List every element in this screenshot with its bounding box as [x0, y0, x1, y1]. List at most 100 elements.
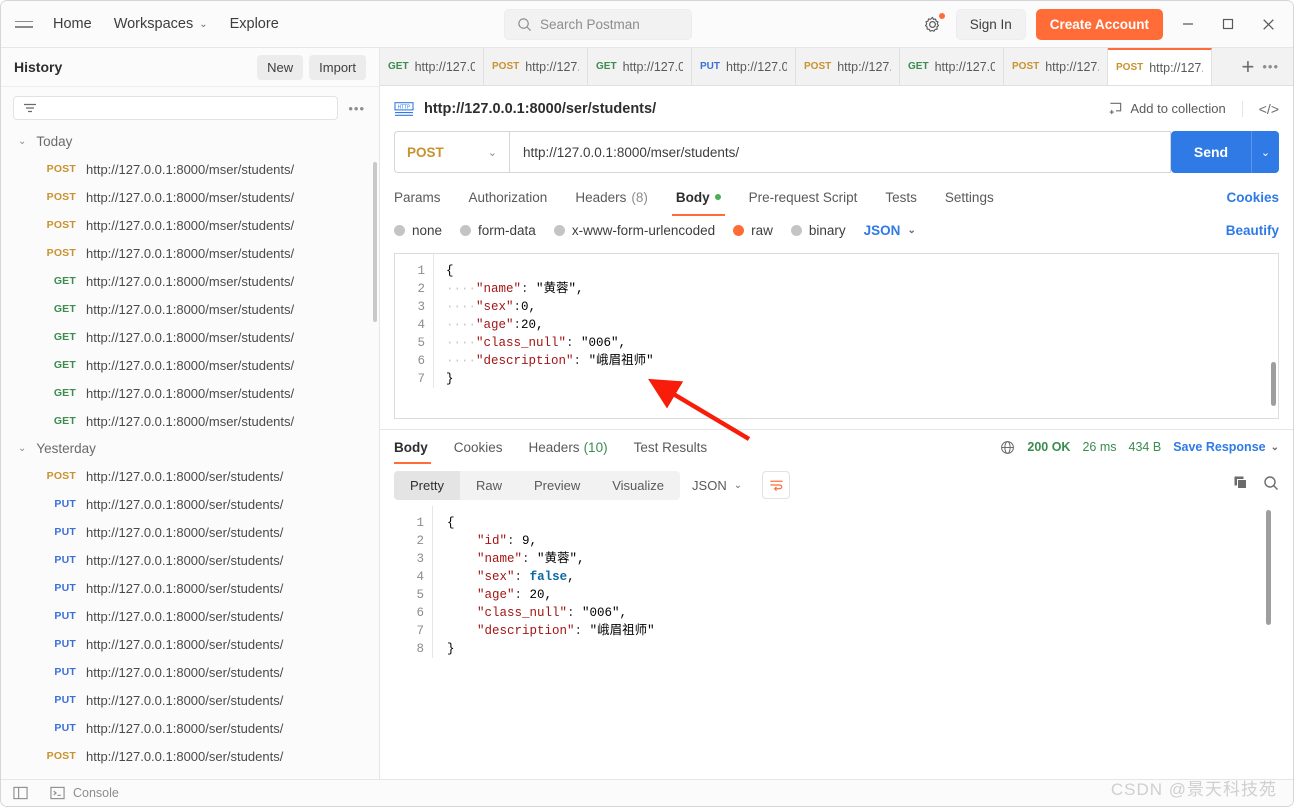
sign-in-button[interactable]: Sign In	[955, 8, 1026, 40]
response-tab-test-results[interactable]: Test Results	[621, 430, 721, 464]
new-tab-button[interactable]: +	[1241, 55, 1254, 78]
request-tab[interactable]: POST http://127.0	[1108, 48, 1212, 85]
window-close-button[interactable]	[1253, 9, 1283, 39]
body-type-x-www-form-urlencoded[interactable]: x-www-form-urlencoded	[553, 223, 715, 238]
history-item[interactable]: GET http://127.0.0.1:8000/mser/students/	[1, 295, 379, 323]
history-item[interactable]: GET http://127.0.0.1:8000/mser/students/	[1, 323, 379, 351]
history-item[interactable]: GET http://127.0.0.1:8000/mser/students/	[1, 351, 379, 379]
response-body-editor[interactable]: 1 2 3 4 5 6 7 8 { "id": 9, "name": "黄蓉", "sex":…	[394, 506, 1279, 666]
history-item[interactable]: PUT http://127.0.0.1:8000/ser/students/	[1, 602, 379, 630]
response-tab-headers[interactable]: Headers (10)	[516, 430, 621, 464]
send-button[interactable]: Send	[1171, 131, 1251, 173]
body-type-binary[interactable]: binary	[790, 223, 846, 238]
word-wrap-button[interactable]	[762, 471, 791, 499]
request-config-tab-pre-request-script[interactable]: Pre-request Script	[735, 181, 872, 213]
nav-item-workspaces[interactable]: Workspaces ⌄	[114, 16, 208, 32]
response-body-code[interactable]: { "id": 9, "name": "黄蓉", "sex": false, "…	[432, 506, 1279, 658]
history-item[interactable]: POST http://127.0.0.1:8000/ser/students/	[1, 462, 379, 490]
request-config-tab-tests[interactable]: Tests	[871, 181, 931, 213]
response-editor-scrollbar[interactable]	[1266, 510, 1271, 625]
request-tab[interactable]: POST http://127.0	[796, 48, 900, 85]
body-type-form-data[interactable]: form-data	[460, 223, 536, 238]
import-button[interactable]: Import	[309, 54, 366, 80]
code-snippet-icon[interactable]: </>	[1241, 100, 1279, 117]
history-more-options[interactable]: •••	[346, 101, 367, 116]
save-response-button[interactable]: Save Response ⌄	[1173, 440, 1279, 454]
request-body-editor[interactable]: 1 2 3 4 5 6 7 {····"name": "黄蓉", ····"sex":0, ··…	[394, 253, 1279, 419]
response-view-pretty[interactable]: Pretty	[394, 470, 460, 500]
top-bar: Home Workspaces ⌄ Explore Search Postman	[1, 1, 1293, 48]
request-body-code[interactable]: {····"name": "黄蓉", ····"sex":0, ····"age":…	[433, 254, 1278, 388]
response-tab-cookies[interactable]: Cookies	[441, 430, 516, 464]
code-line: "name": "黄蓉",	[477, 552, 585, 566]
history-filter-input[interactable]	[13, 96, 339, 120]
history-item[interactable]: POST http://127.0.0.1:8000/ser/students/	[1, 742, 379, 770]
response-format-select[interactable]: JSON ⌄	[680, 471, 754, 500]
history-item-url: http://127.0.0.1:8000/ser/students/	[86, 468, 284, 484]
request-config-tab-settings[interactable]: Settings	[931, 181, 1008, 213]
window-maximize-button[interactable]	[1213, 9, 1243, 39]
request-editor-scrollbar[interactable]	[1271, 362, 1276, 406]
history-item[interactable]: PUT http://127.0.0.1:8000/ser/students/	[1, 658, 379, 686]
request-config-tab-authorization[interactable]: Authorization	[455, 181, 562, 213]
globe-icon	[1001, 440, 1015, 454]
search-input[interactable]: Search Postman	[504, 9, 692, 40]
create-account-button[interactable]: Create Account	[1035, 8, 1163, 40]
body-type-raw[interactable]: raw	[733, 223, 773, 238]
sidebar-toggle-button[interactable]	[13, 786, 28, 800]
request-config-tab-params[interactable]: Params	[394, 181, 455, 213]
history-item[interactable]: GET http://127.0.0.1:8000/mser/students/	[1, 267, 379, 295]
request-tab[interactable]: GET http://127.0.	[380, 48, 484, 85]
new-button[interactable]: New	[257, 54, 304, 80]
history-group-today[interactable]: ⌄ Today	[1, 128, 379, 155]
request-config-tab-headers[interactable]: Headers (8)	[561, 181, 662, 213]
main-panel: GET http://127.0. POST http://127.0 GET http:…	[380, 48, 1293, 792]
body-format-select[interactable]: JSON ⌄	[864, 223, 916, 238]
tab-options-button[interactable]: •••	[1260, 59, 1281, 74]
history-item[interactable]: PUT http://127.0.0.1:8000/ser/students/	[1, 490, 379, 518]
console-button[interactable]: Console	[50, 786, 119, 800]
nav-item-explore[interactable]: Explore	[230, 16, 279, 32]
send-options-button[interactable]: ⌄	[1251, 131, 1279, 173]
request-tab[interactable]: GET http://127.0.	[900, 48, 1004, 85]
history-item[interactable]: PUT http://127.0.0.1:8000/ser/students/	[1, 714, 379, 742]
history-item[interactable]: PUT http://127.0.0.1:8000/ser/students/	[1, 574, 379, 602]
search-response-button[interactable]	[1263, 475, 1279, 496]
response-view-preview[interactable]: Preview	[518, 471, 596, 500]
history-item-url: http://127.0.0.1:8000/mser/students/	[86, 217, 295, 233]
beautify-button[interactable]: Beautify	[1226, 223, 1279, 238]
history-item[interactable]: PUT http://127.0.0.1:8000/ser/students/	[1, 686, 379, 714]
history-group-yesterday[interactable]: ⌄ Yesterday	[1, 435, 379, 462]
request-tab[interactable]: GET http://127.0.	[588, 48, 692, 85]
response-view-visualize[interactable]: Visualize	[596, 471, 680, 500]
history-item[interactable]: PUT http://127.0.0.1:8000/ser/students/	[1, 630, 379, 658]
body-type-none[interactable]: none	[394, 223, 442, 238]
hamburger-icon[interactable]	[15, 13, 37, 35]
nav-item-home[interactable]: Home	[53, 16, 92, 32]
sidebar-scrollbar[interactable]	[373, 162, 377, 322]
history-item-url: http://127.0.0.1:8000/ser/students/	[86, 664, 284, 680]
response-tab-body[interactable]: Body	[394, 430, 441, 464]
history-item[interactable]: PUT http://127.0.0.1:8000/ser/students/	[1, 546, 379, 574]
settings-button[interactable]	[920, 11, 946, 37]
copy-button[interactable]	[1233, 475, 1249, 496]
history-item[interactable]: POST http://127.0.0.1:8000/mser/students/	[1, 155, 379, 183]
request-tab[interactable]: POST http://127.0	[1004, 48, 1108, 85]
code-line: ····"class_null": "006",	[446, 336, 627, 350]
save-to-collection-icon	[1110, 102, 1122, 115]
url-input[interactable]: http://127.0.0.1:8000/mser/students/	[509, 131, 1171, 173]
history-item[interactable]: POST http://127.0.0.1:8000/mser/students/	[1, 183, 379, 211]
history-item[interactable]: POST http://127.0.0.1:8000/mser/students/	[1, 239, 379, 267]
add-to-collection-button[interactable]: Add to collection	[1108, 101, 1241, 116]
window-minimize-button[interactable]	[1173, 9, 1203, 39]
cookies-link[interactable]: Cookies	[1226, 190, 1279, 205]
history-item[interactable]: POST http://127.0.0.1:8000/mser/students/	[1, 211, 379, 239]
request-tab[interactable]: PUT http://127.0.	[692, 48, 796, 85]
request-config-tab-body[interactable]: Body	[662, 181, 735, 216]
history-item[interactable]: GET http://127.0.0.1:8000/mser/students/	[1, 407, 379, 435]
response-view-raw[interactable]: Raw	[460, 471, 518, 500]
request-tab[interactable]: POST http://127.0	[484, 48, 588, 85]
history-item[interactable]: GET http://127.0.0.1:8000/mser/students/	[1, 379, 379, 407]
history-item[interactable]: PUT http://127.0.0.1:8000/ser/students/	[1, 518, 379, 546]
method-select[interactable]: POST ⌄	[394, 131, 509, 173]
